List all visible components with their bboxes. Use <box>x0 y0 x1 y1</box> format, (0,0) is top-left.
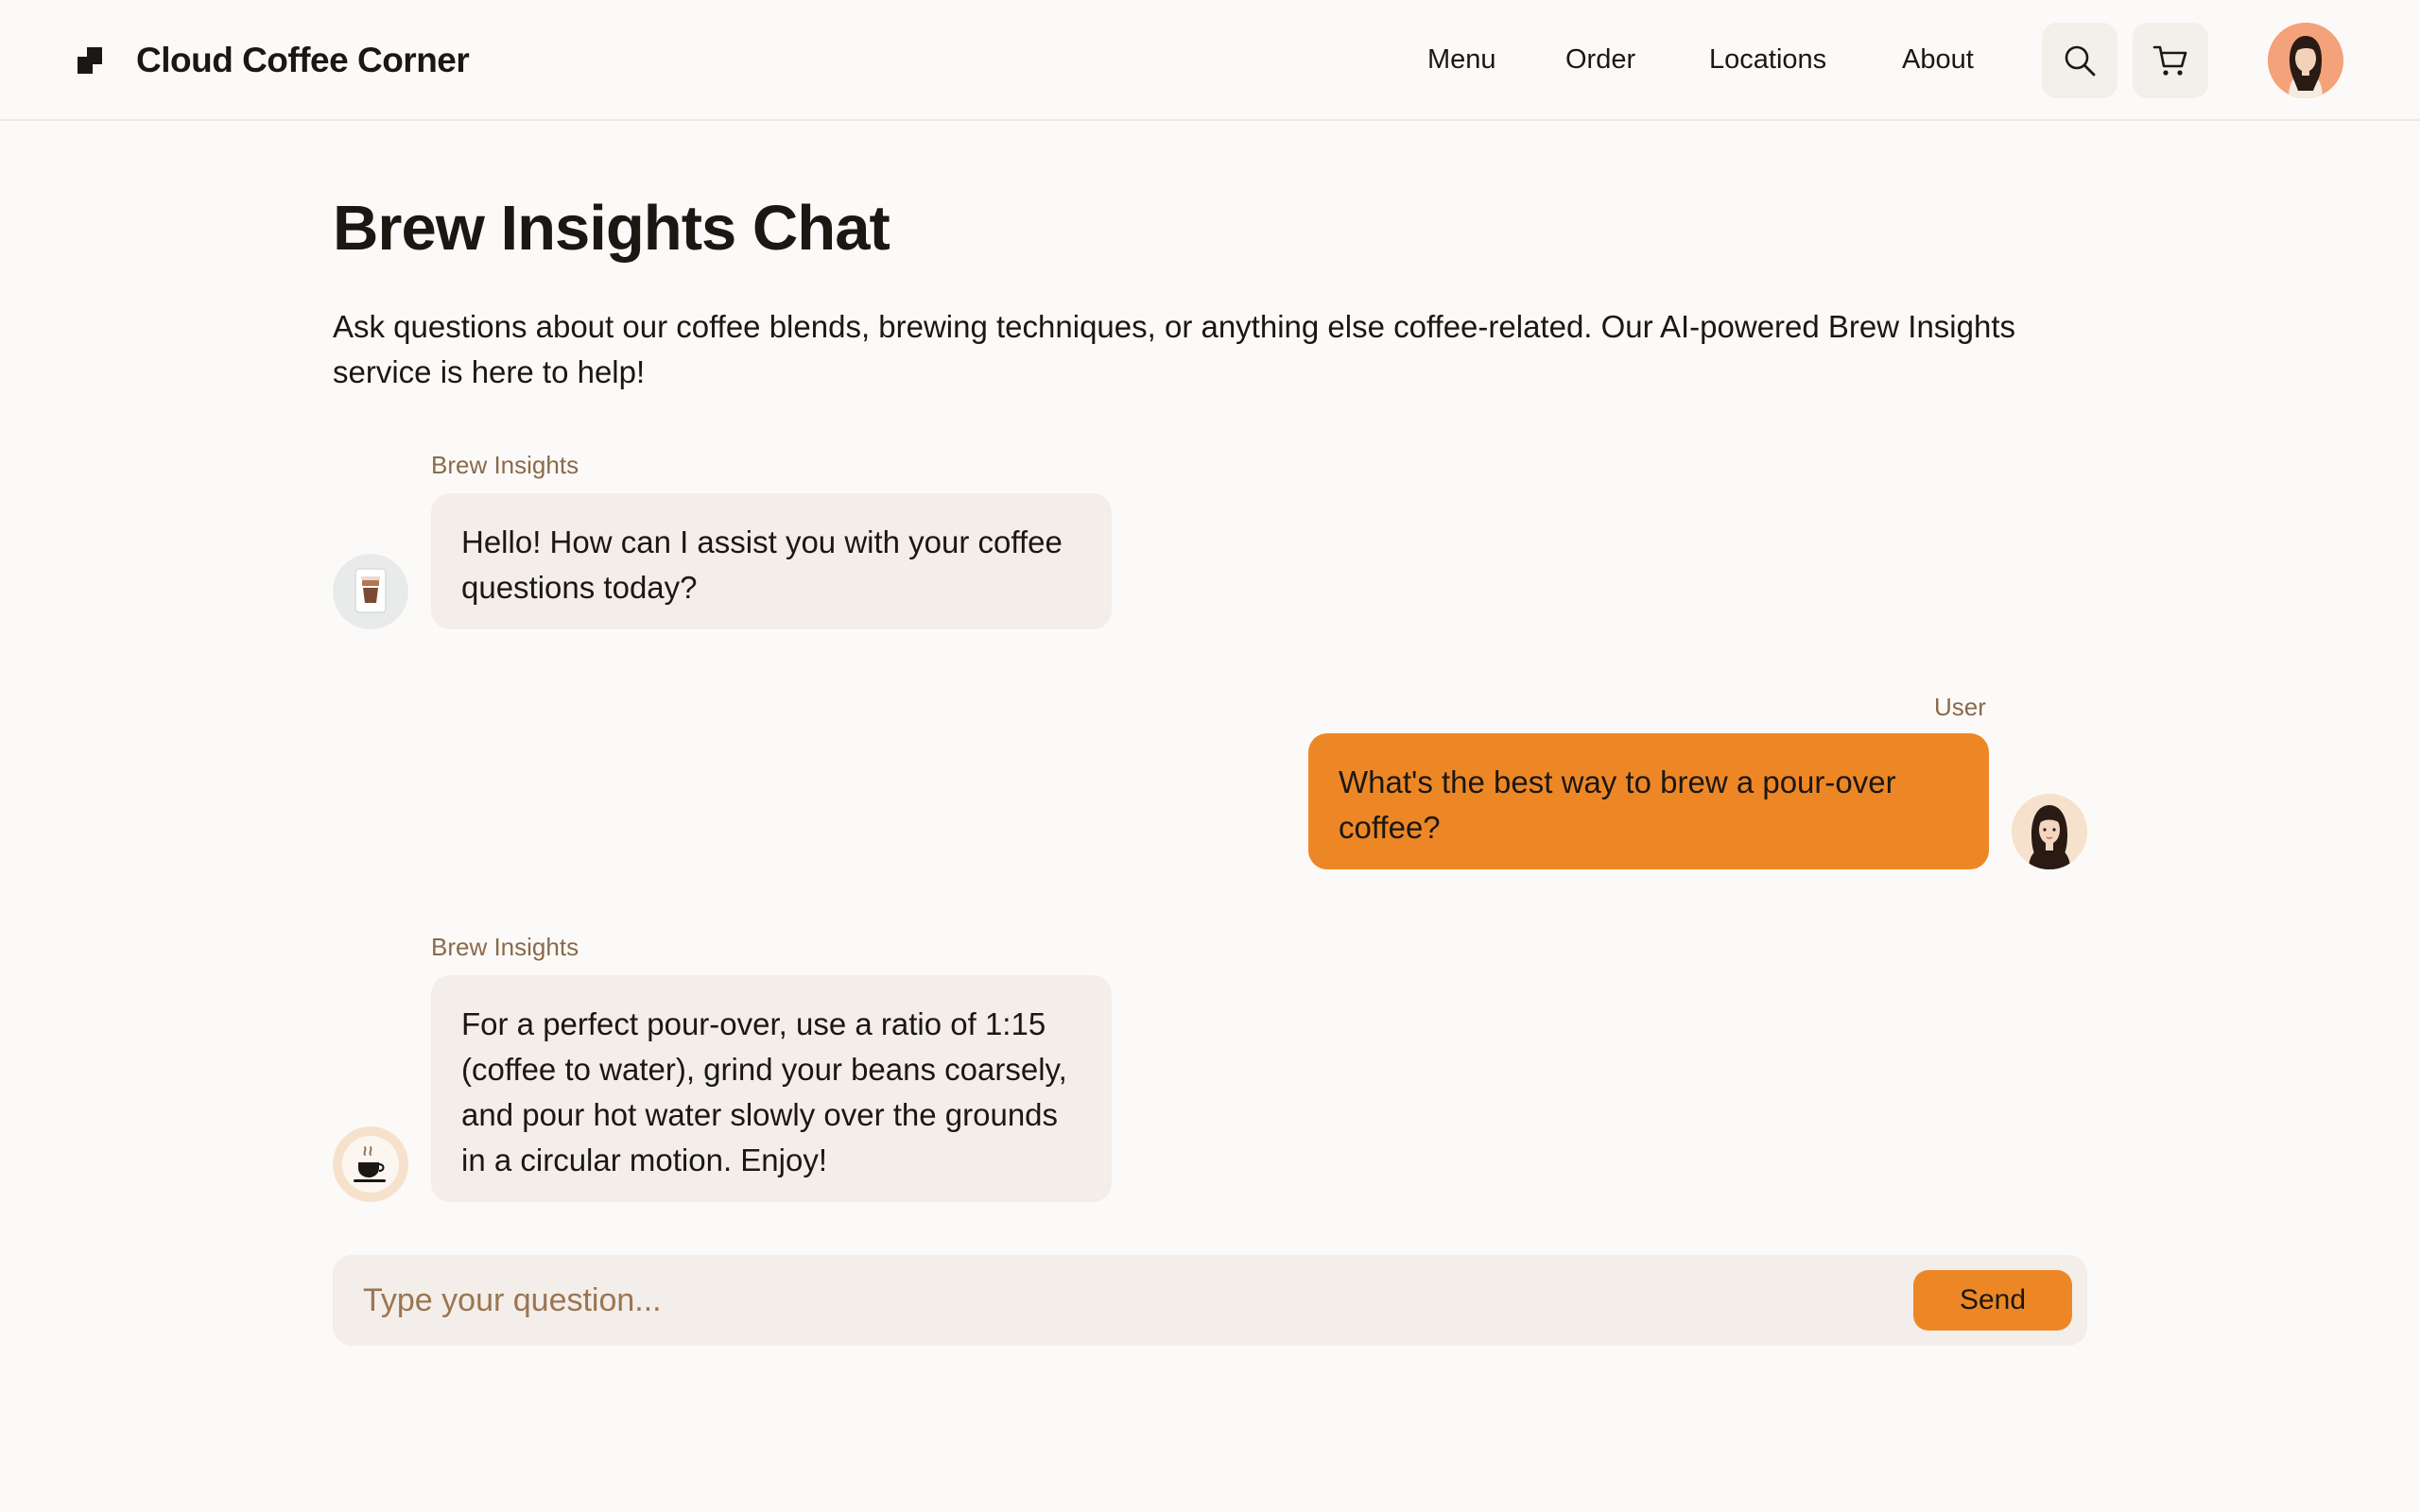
message-sender-label: Brew Insights <box>431 451 579 479</box>
page-title: Brew Insights Chat <box>333 193 890 264</box>
search-icon <box>2065 45 2096 77</box>
hot-coffee-icon <box>342 1136 399 1193</box>
cart-icon <box>2152 45 2187 76</box>
bot-avatar <box>333 1126 408 1202</box>
top-nav-bar: Cloud Coffee Corner Menu Order Locations… <box>0 0 2420 121</box>
question-input[interactable] <box>363 1274 1894 1327</box>
cart-button[interactable] <box>2133 23 2208 98</box>
message-sender-label: Brew Insights <box>431 933 579 961</box>
brand-name[interactable]: Cloud Coffee Corner <box>136 38 470 83</box>
user-avatar[interactable] <box>2268 23 2343 98</box>
bot-avatar <box>333 554 408 629</box>
message-sender-label: User <box>1934 693 1986 721</box>
nav-about[interactable]: About <box>1902 40 1974 79</box>
message-composer: Send <box>333 1255 2087 1346</box>
user-message-bubble: What's the best way to brew a pour-over … <box>1308 733 1989 869</box>
logo-icon <box>78 47 102 74</box>
search-button[interactable] <box>2042 23 2118 98</box>
nav-menu[interactable]: Menu <box>1427 40 1496 79</box>
user-portrait-icon <box>2012 794 2087 869</box>
bot-message-bubble: Hello! How can I assist you with your co… <box>431 493 1112 629</box>
user-portrait-icon <box>2268 23 2343 98</box>
nav-order[interactable]: Order <box>1565 40 1635 79</box>
coffee-cup-icon <box>354 568 387 613</box>
user-message-avatar <box>2012 794 2087 869</box>
send-button[interactable]: Send <box>1913 1270 2072 1331</box>
bot-message-bubble: For a perfect pour-over, use a ratio of … <box>431 975 1112 1202</box>
page-description: Ask questions about our coffee blends, b… <box>333 309 2016 389</box>
nav-locations[interactable]: Locations <box>1709 40 1826 79</box>
